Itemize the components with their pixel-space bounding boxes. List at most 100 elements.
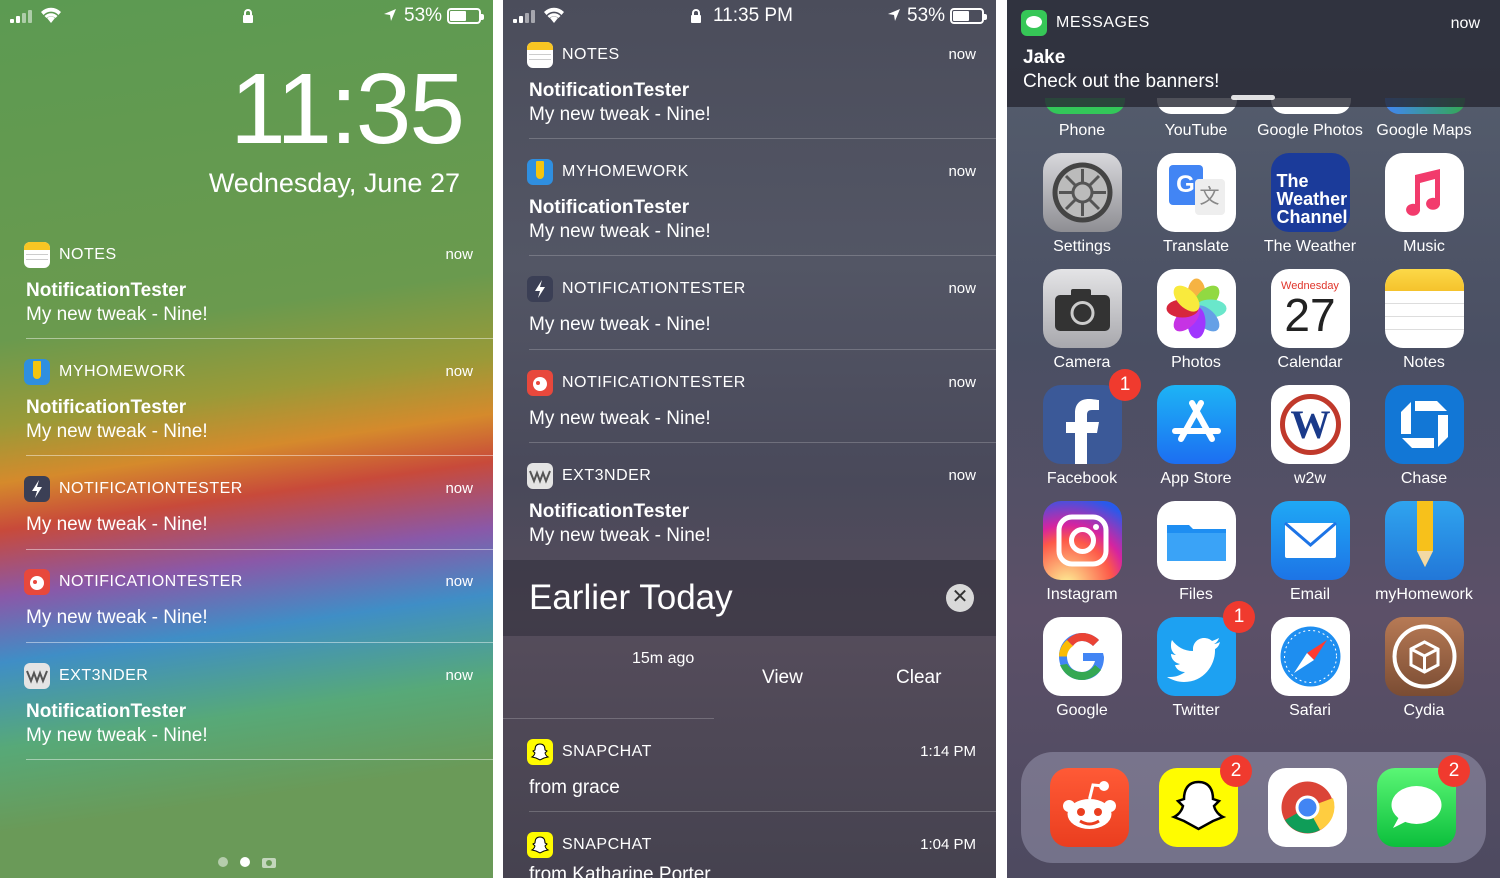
app-label: App Store: [1160, 470, 1232, 487]
message-banner[interactable]: MESSAGES now Jake Check out the banners!: [1007, 0, 1500, 107]
translate-icon: G文: [1156, 153, 1236, 232]
notification-app: NOTIFICATIONTESTER: [562, 374, 746, 391]
notification[interactable]: MYHOMEWORK now NotificationTester My new…: [0, 355, 493, 455]
notification-app: NOTIFICATIONTESTER: [562, 280, 746, 297]
separator: [26, 549, 493, 550]
separator: [529, 349, 996, 350]
notification[interactable]: NOTIFICATIONTESTER now My new tweak - Ni…: [503, 366, 996, 444]
banner-body: Check out the banners!: [1023, 71, 1220, 92]
notification-app: NOTES: [562, 46, 620, 63]
separator: [26, 455, 493, 456]
weather-channel-icon: The Weather Channel: [1270, 153, 1350, 232]
instagram-app[interactable]: Instagram: [1032, 501, 1132, 604]
badge: 1: [1109, 369, 1141, 401]
notification[interactable]: NOTES now NotificationTester My new twea…: [503, 38, 996, 138]
separator: [529, 442, 996, 443]
page-indicator[interactable]: [218, 856, 276, 868]
status-bar: 11:35 PM 53%: [503, 0, 996, 32]
notification-time: now: [445, 363, 473, 380]
facebook-app[interactable]: 1 Facebook: [1032, 369, 1141, 488]
music-app[interactable]: Music: [1374, 153, 1474, 256]
reddit-app[interactable]: [1050, 768, 1129, 847]
notification-app: NOTIFICATIONTESTER: [59, 573, 243, 590]
app-label: Camera: [1053, 354, 1111, 371]
lock-time: 11:35: [230, 53, 465, 165]
notification-time: now: [948, 374, 976, 391]
notification[interactable]: NOTES now NotificationTester My new twea…: [0, 238, 493, 338]
reddit-alien-icon: [1063, 781, 1116, 829]
notification[interactable]: SNAPCHAT 1:14 PM from grace: [503, 735, 996, 813]
weather-icon-line: Channel: [1276, 207, 1348, 227]
app-store-app[interactable]: App Store: [1146, 385, 1246, 488]
bolt-icon: [527, 276, 553, 302]
notification-body: from grace: [529, 777, 620, 798]
notification[interactable]: NOTIFICATIONTESTER now My new tweak - Ni…: [0, 472, 493, 550]
notification-app: SNAPCHAT: [562, 743, 652, 760]
notes-icon: [1384, 269, 1464, 348]
battery-percent: 53%: [907, 5, 946, 26]
notification-title: NotificationTester: [26, 280, 187, 301]
chase-app[interactable]: Chase: [1374, 385, 1474, 488]
svg-text:W: W: [1290, 402, 1330, 447]
weather-icon-line: Weather: [1276, 189, 1348, 209]
view-button[interactable]: View: [762, 667, 803, 689]
notification-time: now: [445, 480, 473, 497]
cydia-box-icon: [1384, 617, 1464, 696]
photos-app[interactable]: Photos: [1146, 269, 1246, 372]
app-label: Notes: [1403, 354, 1445, 371]
notification[interactable]: NOTIFICATIONTESTER now My new tweak - Ni…: [0, 565, 493, 643]
email-app[interactable]: Email: [1260, 501, 1360, 604]
banner-grabber[interactable]: [1231, 95, 1275, 100]
safari-app[interactable]: Safari: [1260, 617, 1360, 720]
app-label: Google Photos: [1257, 122, 1363, 139]
app-label: Translate: [1162, 238, 1230, 255]
notification-body: My new tweak - Nine!: [529, 408, 711, 429]
banner-time: now: [1450, 15, 1480, 32]
notification-actions: 15m ago View Clear: [503, 636, 996, 718]
calendar-date: 27: [1284, 289, 1336, 341]
notification[interactable]: NOTIFICATIONTESTER now My new tweak - Ni…: [503, 272, 996, 350]
notification-body: My new tweak - Nine!: [26, 725, 208, 746]
twitter-app[interactable]: 1 Twitter: [1146, 601, 1255, 720]
notification-title: NotificationTester: [529, 501, 690, 522]
chrome-icon: [1281, 781, 1335, 834]
badge: 2: [1438, 755, 1470, 787]
notification[interactable]: SNAPCHAT 1:04 PM from Katharine Porter: [503, 828, 996, 878]
status-bar: 53%: [0, 0, 493, 32]
notification-app: MYHOMEWORK: [562, 163, 689, 180]
app-label: YouTube: [1164, 122, 1228, 139]
notification-time: now: [445, 573, 473, 590]
dock: 2 2: [1021, 752, 1486, 863]
google-app[interactable]: Google: [1032, 617, 1132, 720]
myhomework-app[interactable]: myHomework: [1374, 501, 1474, 604]
cydia-app[interactable]: Cydia: [1374, 617, 1474, 720]
signal-icon: [513, 10, 535, 23]
notification-center-panel: 11:35 PM 53% NOTES now NotificationTeste…: [503, 0, 996, 878]
notification-title: NotificationTester: [26, 701, 187, 722]
settings-app[interactable]: Settings: [1032, 153, 1132, 256]
tester-icon: [527, 370, 553, 396]
notification-body: My new tweak - Nine!: [529, 104, 711, 125]
notification[interactable]: MYHOMEWORK now NotificationTester My new…: [503, 155, 996, 255]
app-label: Calendar: [1277, 354, 1343, 371]
notes-app[interactable]: Notes: [1374, 269, 1474, 372]
camera-app[interactable]: Camera: [1032, 269, 1132, 372]
clear-button[interactable]: Clear: [896, 667, 941, 689]
battery-icon: [950, 8, 987, 24]
google-g-icon: [1042, 617, 1122, 696]
notification[interactable]: EXT3NDER now NotificationTester My new t…: [0, 659, 493, 759]
tester-icon: [24, 569, 50, 595]
weather-icon-line: The: [1276, 171, 1309, 191]
files-app[interactable]: Files: [1146, 501, 1246, 604]
banner-app: MESSAGES: [1056, 14, 1150, 31]
weather-channel-app[interactable]: The Weather Channel The Weather: [1260, 153, 1360, 256]
lock-icon: [691, 9, 701, 23]
translate-app[interactable]: G文 Translate: [1146, 153, 1246, 256]
close-icon[interactable]: ✕: [946, 584, 974, 612]
calendar-app[interactable]: Wednesday 27 Calendar: [1260, 269, 1360, 372]
camera-icon[interactable]: [262, 856, 276, 868]
notification[interactable]: EXT3NDER now NotificationTester My new t…: [503, 459, 996, 559]
chrome-app[interactable]: [1268, 768, 1347, 847]
notification-app: NOTIFICATIONTESTER: [59, 480, 243, 497]
w2w-app[interactable]: W w2w: [1260, 385, 1360, 488]
